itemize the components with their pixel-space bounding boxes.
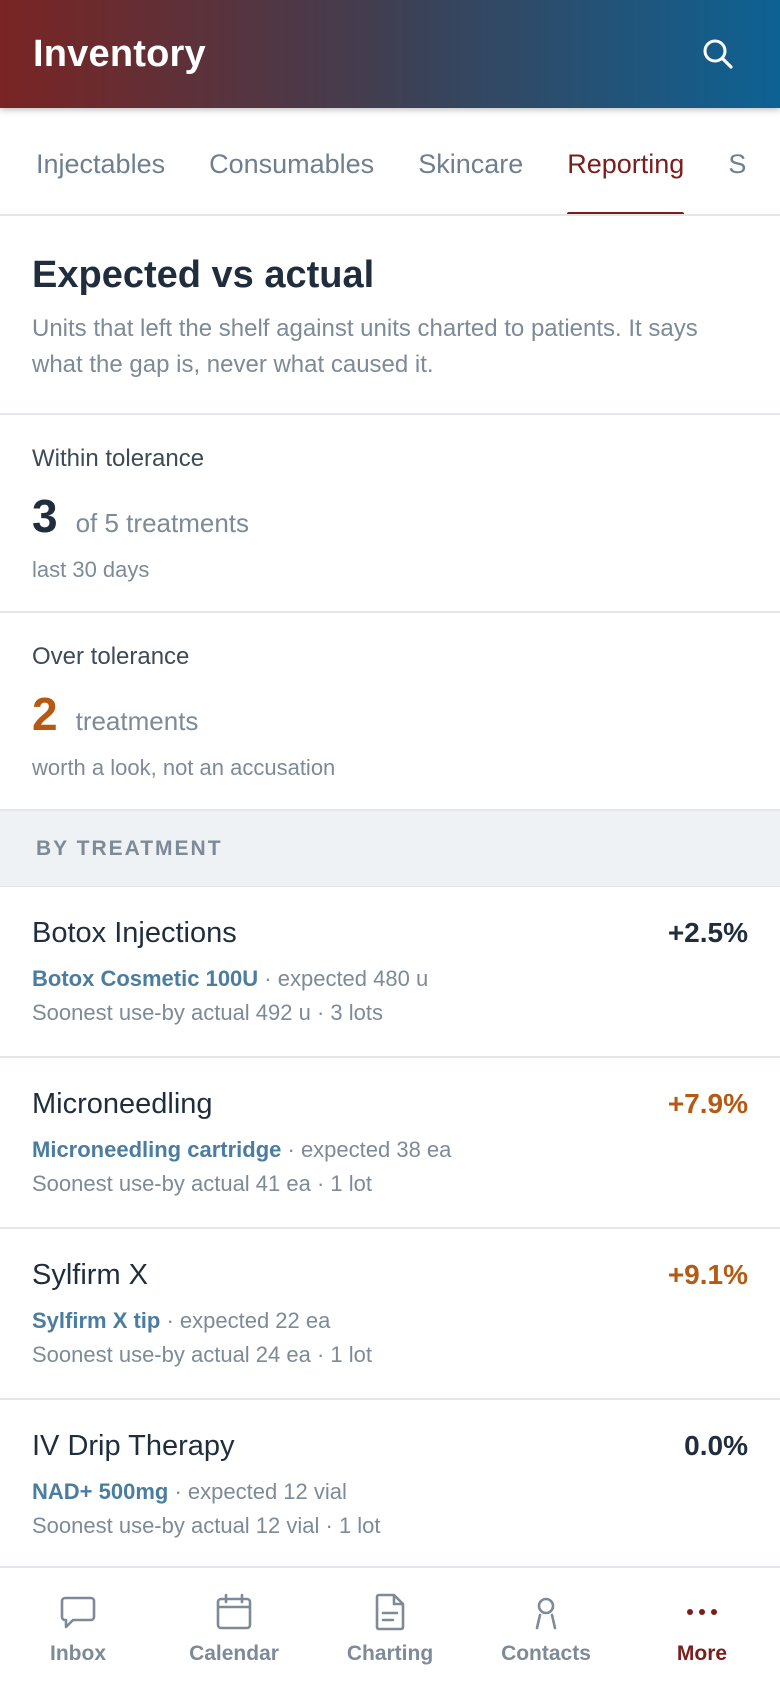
stat-unit: of 5 treatments <box>75 508 250 538</box>
over-tolerance-card: Over tolerance 2 treatments worth a look… <box>0 613 780 811</box>
nav-more[interactable]: More <box>632 1590 772 1666</box>
variance-percent: +7.9% <box>667 1088 748 1119</box>
actual-line: Soonest use-by actual 41 ea · 1 lot <box>32 1171 372 1196</box>
tab-overflow[interactable]: S <box>728 108 746 214</box>
search-icon <box>703 39 733 69</box>
nav-label: Contacts <box>501 1642 591 1665</box>
calendar-icon <box>214 1590 254 1634</box>
expected-value: · expected 12 vial <box>168 1479 347 1504</box>
expected-line: Sylfirm X tip · expected 22 ea <box>32 1304 748 1338</box>
stat-caption: worth a look, not an accusation <box>32 755 336 780</box>
treatment-row-header: IV Drip Therapy 0.0% <box>32 1430 748 1463</box>
document-icon <box>370 1590 410 1634</box>
report-title: Expected vs actual <box>32 254 375 296</box>
nav-charting[interactable]: Charting <box>320 1590 460 1666</box>
bottom-nav: Inbox Calendar Charting Contacts More <box>0 1566 780 1688</box>
actual-line: Soonest use-by actual 12 vial · 1 lot <box>32 1513 381 1538</box>
nav-label: Inbox <box>50 1642 106 1665</box>
treatment-list: Botox Injections +2.5% Botox Cosmetic 10… <box>0 887 780 1571</box>
chat-bubble-icon <box>58 1590 98 1634</box>
variance-percent: 0.0% <box>684 1430 748 1461</box>
app-header: Inventory <box>0 0 780 108</box>
tab-injectables[interactable]: Injectables <box>36 108 165 214</box>
stat-caption: last 30 days <box>32 557 150 582</box>
expected-line: Microneedling cartridge · expected 38 ea <box>32 1133 748 1167</box>
treatment-row[interactable]: Microneedling +7.9% Microneedling cartri… <box>0 1058 780 1229</box>
variance-percent: +2.5% <box>667 917 748 948</box>
within-tolerance-card: Within tolerance 3 of 5 treatments last … <box>0 415 780 613</box>
expected-value: · expected 480 u <box>258 966 429 991</box>
tab-skincare[interactable]: Skincare <box>418 108 523 214</box>
product-link[interactable]: Sylfirm X tip <box>32 1308 160 1333</box>
treatment-name: Sylfirm X <box>32 1259 148 1291</box>
nav-label: Calendar <box>189 1642 279 1665</box>
nav-calendar[interactable]: Calendar <box>164 1590 304 1666</box>
nav-inbox[interactable]: Inbox <box>8 1590 148 1666</box>
stat-label: Within tolerance <box>32 445 205 472</box>
more-dots-icon <box>682 1590 722 1634</box>
actual-line: Soonest use-by actual 492 u · 3 lots <box>32 1000 383 1025</box>
nav-label: Charting <box>346 1642 434 1665</box>
actual-line: Soonest use-by actual 24 ea · 1 lot <box>32 1342 372 1367</box>
stat-value: 3 <box>32 490 58 542</box>
treatment-row[interactable]: Sylfirm X +9.1% Sylfirm X tip · expected… <box>0 1229 780 1400</box>
product-link[interactable]: NAD+ 500mg <box>32 1479 168 1504</box>
treatment-row-header: Botox Injections +2.5% <box>32 917 748 950</box>
stat-unit: treatments <box>75 706 199 736</box>
stat-label: Over tolerance <box>32 643 190 670</box>
treatment-name: IV Drip Therapy <box>32 1430 235 1462</box>
expected-line: NAD+ 500mg · expected 12 vial <box>32 1475 748 1509</box>
treatment-row[interactable]: IV Drip Therapy 0.0% NAD+ 500mg · expect… <box>0 1400 780 1571</box>
stat-value-row: 2 treatments <box>32 687 748 741</box>
section-header: BY TREATMENT <box>0 811 780 887</box>
expected-value: · expected 22 ea <box>160 1308 331 1333</box>
expected-value: · expected 38 ea <box>281 1137 452 1162</box>
treatment-row[interactable]: Botox Injections +2.5% Botox Cosmetic 10… <box>0 887 780 1058</box>
stat-value-row: 3 of 5 treatments <box>32 489 748 543</box>
page-title: Inventory <box>33 32 206 75</box>
report-description: Units that left the shelf against units … <box>32 315 698 378</box>
treatment-row-header: Sylfirm X +9.1% <box>32 1259 748 1292</box>
search-button[interactable] <box>696 32 740 76</box>
variance-percent: +9.1% <box>667 1259 748 1290</box>
treatment-name: Botox Injections <box>32 917 237 949</box>
treatment-row-header: Microneedling +7.9% <box>32 1088 748 1121</box>
treatment-name: Microneedling <box>32 1088 213 1120</box>
app-root: Inventory Injectables Consumables Skinca… <box>0 0 780 1688</box>
report-intro: Expected vs actual Units that left the s… <box>0 216 780 415</box>
product-link[interactable]: Botox Cosmetic 100U <box>32 966 258 991</box>
product-link[interactable]: Microneedling cartridge <box>32 1137 281 1162</box>
person-icon <box>526 1590 566 1634</box>
stat-value: 2 <box>32 688 58 740</box>
nav-contacts[interactable]: Contacts <box>476 1590 616 1666</box>
category-tabs: Injectables Consumables Skincare Reporti… <box>0 108 780 216</box>
tab-reporting[interactable]: Reporting <box>567 108 685 214</box>
expected-line: Botox Cosmetic 100U · expected 480 u <box>32 962 748 996</box>
tab-consumables[interactable]: Consumables <box>209 108 374 214</box>
nav-label: More <box>676 1642 728 1665</box>
